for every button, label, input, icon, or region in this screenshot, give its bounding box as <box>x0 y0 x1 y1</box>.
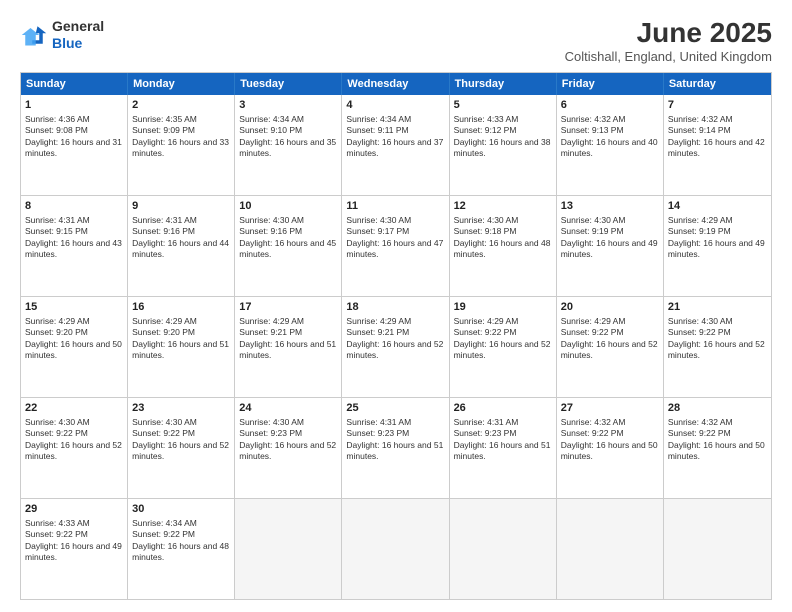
day-number: 1 <box>25 98 123 113</box>
header-monday: Monday <box>128 73 235 95</box>
day-number: 28 <box>668 401 767 416</box>
cell-jun25: 25 Sunrise: 4:31 AMSunset: 9:23 PMDaylig… <box>342 398 449 498</box>
cell-jun4: 4 Sunrise: 4:34 AMSunset: 9:11 PMDayligh… <box>342 95 449 195</box>
day-number: 22 <box>25 401 123 416</box>
day-number: 19 <box>454 300 552 315</box>
header-wednesday: Wednesday <box>342 73 449 95</box>
cell-jun30: 30 Sunrise: 4:34 AMSunset: 9:22 PMDaylig… <box>128 499 235 599</box>
header-tuesday: Tuesday <box>235 73 342 95</box>
day-number: 18 <box>346 300 444 315</box>
calendar: Sunday Monday Tuesday Wednesday Thursday… <box>20 72 772 600</box>
cell-jun18: 18 Sunrise: 4:29 AMSunset: 9:21 PMDaylig… <box>342 297 449 397</box>
logo-icon <box>20 21 48 49</box>
cell-jun3: 3 Sunrise: 4:34 AMSunset: 9:10 PMDayligh… <box>235 95 342 195</box>
cell-jun6: 6 Sunrise: 4:32 AMSunset: 9:13 PMDayligh… <box>557 95 664 195</box>
header-thursday: Thursday <box>450 73 557 95</box>
cell-jun29: 29 Sunrise: 4:33 AMSunset: 9:22 PMDaylig… <box>21 499 128 599</box>
logo-general: General <box>52 18 104 34</box>
day-number: 16 <box>132 300 230 315</box>
cell-jun27: 27 Sunrise: 4:32 AMSunset: 9:22 PMDaylig… <box>557 398 664 498</box>
cell-jun13: 13 Sunrise: 4:30 AMSunset: 9:19 PMDaylig… <box>557 196 664 296</box>
calendar-row-3: 15 Sunrise: 4:29 AMSunset: 9:20 PMDaylig… <box>21 296 771 397</box>
logo-blue: Blue <box>52 35 82 51</box>
day-number: 26 <box>454 401 552 416</box>
cell-jun11: 11 Sunrise: 4:30 AMSunset: 9:17 PMDaylig… <box>342 196 449 296</box>
cell-jun2: 2 Sunrise: 4:35 AMSunset: 9:09 PMDayligh… <box>128 95 235 195</box>
page: General Blue June 2025 Coltishall, Engla… <box>0 0 792 612</box>
cell-jun21: 21 Sunrise: 4:30 AMSunset: 9:22 PMDaylig… <box>664 297 771 397</box>
day-number: 29 <box>25 502 123 517</box>
day-number: 13 <box>561 199 659 214</box>
cell-jun16: 16 Sunrise: 4:29 AMSunset: 9:20 PMDaylig… <box>128 297 235 397</box>
cell-jun1: 1 Sunrise: 4:36 AMSunset: 9:08 PMDayligh… <box>21 95 128 195</box>
cell-jun26: 26 Sunrise: 4:31 AMSunset: 9:23 PMDaylig… <box>450 398 557 498</box>
cell-jun10: 10 Sunrise: 4:30 AMSunset: 9:16 PMDaylig… <box>235 196 342 296</box>
cell-jun28: 28 Sunrise: 4:32 AMSunset: 9:22 PMDaylig… <box>664 398 771 498</box>
cell-jun20: 20 Sunrise: 4:29 AMSunset: 9:22 PMDaylig… <box>557 297 664 397</box>
cell-empty-3 <box>450 499 557 599</box>
title-block: June 2025 Coltishall, England, United Ki… <box>565 18 772 64</box>
day-number: 7 <box>668 98 767 113</box>
day-number: 11 <box>346 199 444 214</box>
month-title: June 2025 <box>565 18 772 49</box>
header: General Blue June 2025 Coltishall, Engla… <box>20 18 772 64</box>
day-number: 25 <box>346 401 444 416</box>
day-number: 2 <box>132 98 230 113</box>
day-number: 21 <box>668 300 767 315</box>
day-number: 5 <box>454 98 552 113</box>
cell-jun17: 17 Sunrise: 4:29 AMSunset: 9:21 PMDaylig… <box>235 297 342 397</box>
cell-jun8: 8 Sunrise: 4:31 AMSunset: 9:15 PMDayligh… <box>21 196 128 296</box>
cell-jun12: 12 Sunrise: 4:30 AMSunset: 9:18 PMDaylig… <box>450 196 557 296</box>
calendar-row-5: 29 Sunrise: 4:33 AMSunset: 9:22 PMDaylig… <box>21 498 771 599</box>
cell-jun23: 23 Sunrise: 4:30 AMSunset: 9:22 PMDaylig… <box>128 398 235 498</box>
day-number: 8 <box>25 199 123 214</box>
calendar-row-2: 8 Sunrise: 4:31 AMSunset: 9:15 PMDayligh… <box>21 195 771 296</box>
header-saturday: Saturday <box>664 73 771 95</box>
day-number: 12 <box>454 199 552 214</box>
calendar-row-4: 22 Sunrise: 4:30 AMSunset: 9:22 PMDaylig… <box>21 397 771 498</box>
calendar-header-row: Sunday Monday Tuesday Wednesday Thursday… <box>21 73 771 95</box>
day-number: 10 <box>239 199 337 214</box>
cell-jun5: 5 Sunrise: 4:33 AMSunset: 9:12 PMDayligh… <box>450 95 557 195</box>
header-friday: Friday <box>557 73 664 95</box>
header-sunday: Sunday <box>21 73 128 95</box>
day-number: 6 <box>561 98 659 113</box>
day-number: 3 <box>239 98 337 113</box>
cell-empty-1 <box>235 499 342 599</box>
day-number: 27 <box>561 401 659 416</box>
location: Coltishall, England, United Kingdom <box>565 49 772 64</box>
cell-jun9: 9 Sunrise: 4:31 AMSunset: 9:16 PMDayligh… <box>128 196 235 296</box>
day-number: 23 <box>132 401 230 416</box>
calendar-row-1: 1 Sunrise: 4:36 AMSunset: 9:08 PMDayligh… <box>21 95 771 195</box>
cell-jun24: 24 Sunrise: 4:30 AMSunset: 9:23 PMDaylig… <box>235 398 342 498</box>
cell-jun19: 19 Sunrise: 4:29 AMSunset: 9:22 PMDaylig… <box>450 297 557 397</box>
cell-empty-5 <box>664 499 771 599</box>
logo: General Blue <box>20 18 104 52</box>
cell-jun7: 7 Sunrise: 4:32 AMSunset: 9:14 PMDayligh… <box>664 95 771 195</box>
cell-jun14: 14 Sunrise: 4:29 AMSunset: 9:19 PMDaylig… <box>664 196 771 296</box>
cell-empty-4 <box>557 499 664 599</box>
day-number: 9 <box>132 199 230 214</box>
day-number: 20 <box>561 300 659 315</box>
day-number: 24 <box>239 401 337 416</box>
calendar-body: 1 Sunrise: 4:36 AMSunset: 9:08 PMDayligh… <box>21 95 771 599</box>
day-number: 15 <box>25 300 123 315</box>
day-number: 4 <box>346 98 444 113</box>
logo-text: General Blue <box>52 18 104 52</box>
day-number: 17 <box>239 300 337 315</box>
day-number: 30 <box>132 502 230 517</box>
cell-jun15: 15 Sunrise: 4:29 AMSunset: 9:20 PMDaylig… <box>21 297 128 397</box>
cell-jun22: 22 Sunrise: 4:30 AMSunset: 9:22 PMDaylig… <box>21 398 128 498</box>
cell-empty-2 <box>342 499 449 599</box>
day-number: 14 <box>668 199 767 214</box>
